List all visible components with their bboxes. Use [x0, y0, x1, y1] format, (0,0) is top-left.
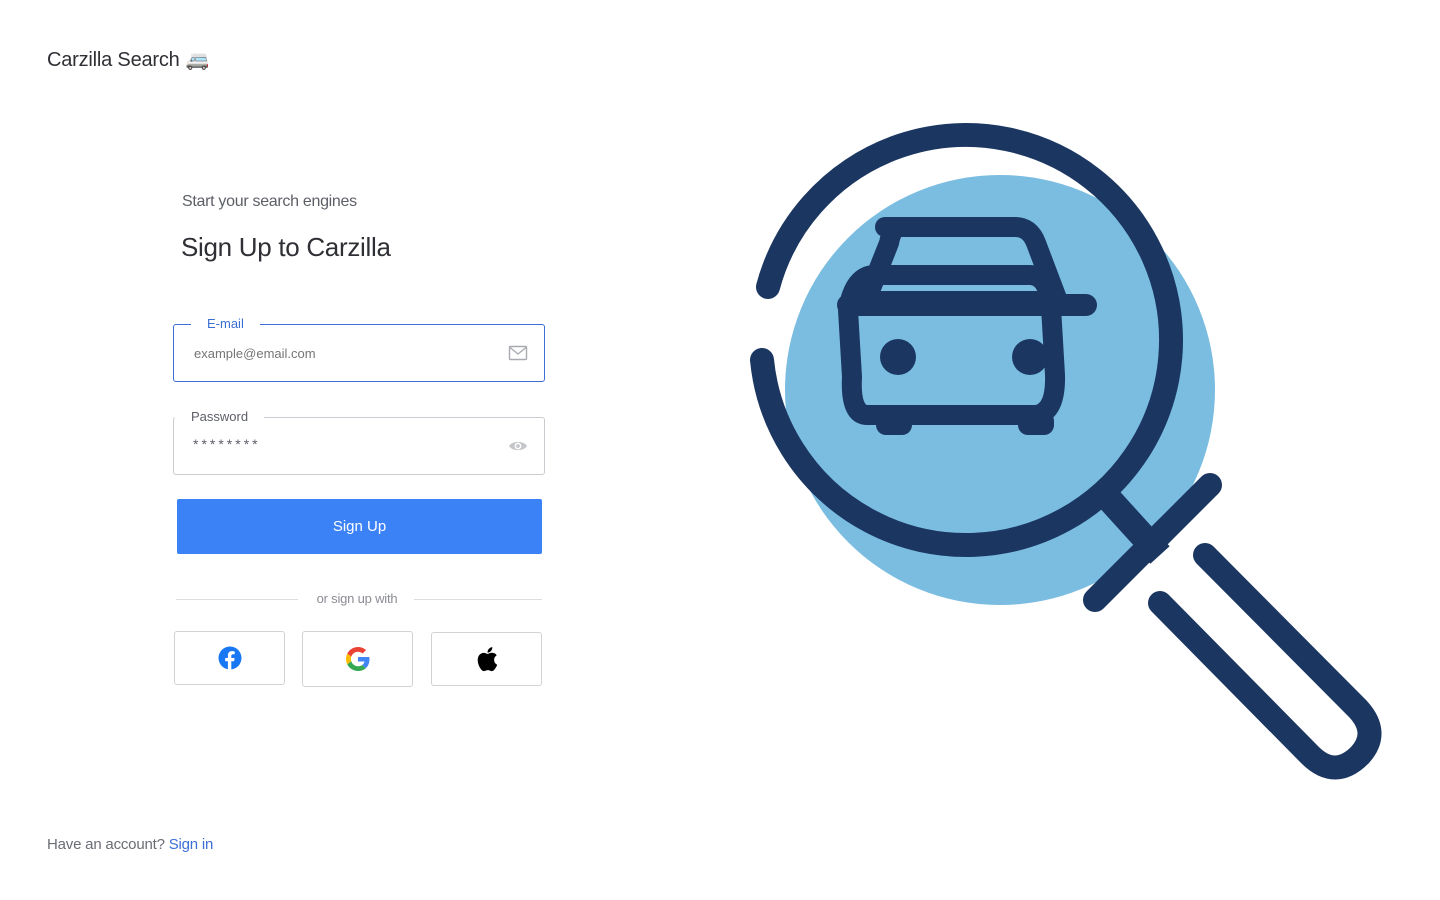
brand-name: Carzilla Search	[47, 48, 180, 71]
apple-icon	[477, 647, 497, 672]
facebook-icon	[218, 646, 241, 670]
google-icon	[345, 647, 369, 671]
google-signup-button[interactable]	[302, 631, 413, 687]
footer-prompt: Have an account?	[47, 836, 165, 853]
email-input[interactable]	[194, 342, 494, 364]
van-icon: 🚐	[185, 50, 210, 71]
mail-icon	[508, 345, 528, 361]
magnifier-handle	[1148, 543, 1382, 780]
password-input[interactable]: ********	[193, 436, 261, 452]
password-field[interactable]: Password ********	[173, 409, 545, 475]
email-label: E-mail	[191, 316, 260, 332]
signin-link[interactable]: Sign in	[169, 836, 214, 853]
car-search-illustration	[750, 123, 1382, 780]
divider: or sign up with	[176, 590, 542, 610]
facebook-signup-button[interactable]	[174, 631, 285, 685]
apple-signup-button[interactable]	[431, 632, 542, 686]
form-title: Sign Up to Carzilla	[181, 232, 391, 262]
form-subtitle: Start your search engines	[182, 193, 357, 210]
email-field[interactable]: E-mail	[173, 316, 545, 382]
signup-button[interactable]: Sign Up	[177, 499, 542, 554]
brand-logo[interactable]: Carzilla Search 🚐	[47, 48, 209, 72]
divider-line-right	[414, 599, 542, 600]
footer-signin: Have an account? Sign in	[47, 836, 213, 853]
password-label: Password	[175, 409, 265, 425]
eye-icon[interactable]	[508, 437, 528, 455]
